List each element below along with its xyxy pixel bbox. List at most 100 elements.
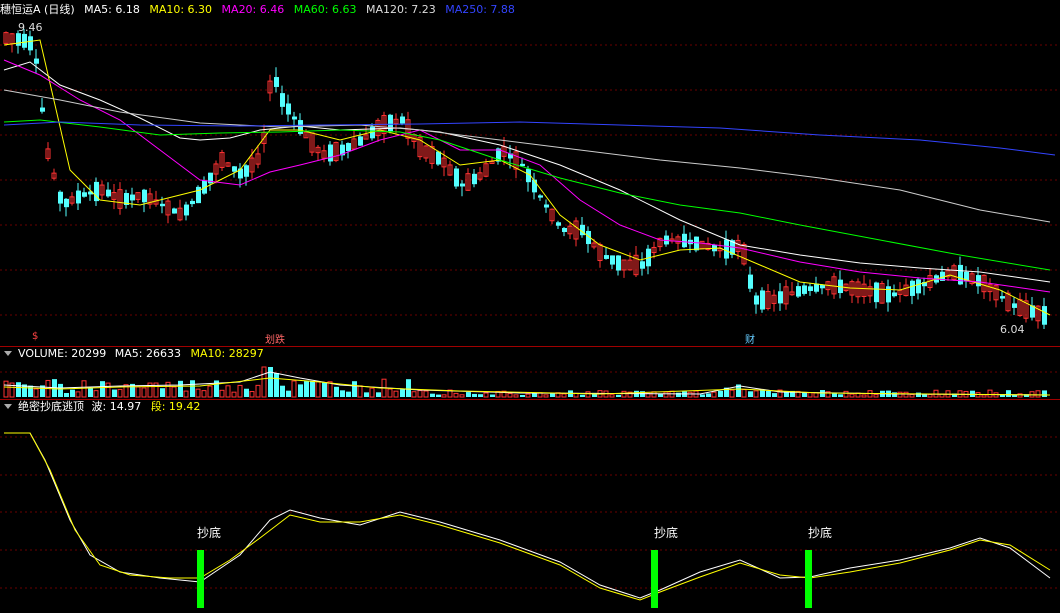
volume-bar (112, 389, 117, 397)
volume-bar (543, 394, 549, 398)
candle-body (460, 183, 465, 187)
volume-bar (165, 381, 171, 398)
candle-body (328, 144, 333, 162)
volume-bar (729, 389, 735, 398)
volume-bar (352, 381, 357, 397)
candle-body (82, 192, 87, 197)
candle-body (610, 255, 615, 265)
candle-body (40, 107, 45, 112)
volume-bar (453, 392, 459, 398)
candle-body (616, 255, 621, 271)
volume-bar (291, 380, 297, 398)
volume-bar (201, 390, 207, 398)
price-panel-header: 穗恒运A (日线) MA5: 6.18 MA10: 6.30 MA20: 6.4… (0, 3, 521, 17)
candle-body (958, 264, 963, 285)
volume-bar (987, 389, 993, 398)
volume-bar (706, 393, 711, 397)
volume-bar (1042, 390, 1047, 397)
candle-body (400, 116, 405, 124)
volume-bar (141, 387, 147, 398)
volume-bar (393, 390, 399, 398)
candle-body (604, 255, 609, 259)
volume-bar (3, 380, 9, 398)
volume-bar (70, 389, 75, 397)
volume-bar (315, 381, 321, 398)
volume-bar (225, 385, 231, 398)
candle-body (142, 189, 147, 203)
volume-bar (64, 392, 69, 397)
collapse-icon[interactable] (4, 404, 12, 409)
kline-chart-canvas[interactable] (0, 0, 1060, 613)
volume-bar (766, 390, 771, 397)
volume-ma5: MA5: 26633 (114, 347, 181, 360)
candle-body (286, 103, 291, 115)
volume-bar (513, 394, 519, 398)
volume-bar (466, 392, 471, 397)
candle-body (172, 208, 177, 214)
bottom-signal-label: 抄底 (197, 526, 222, 540)
volume-bar (364, 392, 369, 397)
volume-bar (490, 394, 495, 397)
volume-bar (417, 390, 423, 398)
candle-body (562, 227, 567, 233)
volume-bar (423, 390, 429, 398)
volume-bar (909, 394, 915, 398)
volume-bar (843, 390, 849, 398)
volume-bar (280, 385, 285, 397)
volume-bar (525, 393, 531, 398)
volume-bar (927, 394, 933, 398)
candle-body (346, 143, 351, 151)
event-marker[interactable]: 划跌 (264, 331, 286, 346)
volume-bar (687, 391, 693, 398)
volume-bar (93, 390, 99, 398)
volume-bar (753, 390, 759, 398)
collapse-icon[interactable] (4, 351, 12, 356)
volume-bar (873, 394, 879, 398)
candle-body (22, 33, 27, 48)
volume-bar (298, 384, 303, 397)
dividend-marker[interactable]: $ (31, 331, 39, 342)
candle-body (292, 116, 297, 120)
bottom-signal-bar (651, 550, 658, 608)
volume-bar (346, 391, 351, 397)
volume-bar (207, 385, 213, 398)
candle-body (916, 279, 921, 294)
finance-marker[interactable]: 财 (744, 331, 756, 346)
volume-bar (75, 391, 81, 398)
volume-bar (322, 382, 327, 397)
volume-bar (286, 390, 291, 397)
volume-bar (1035, 390, 1041, 398)
candle-body (814, 283, 819, 292)
volume-bar (459, 394, 465, 398)
candle-body (778, 291, 783, 304)
volume-bar (748, 391, 753, 397)
volume-bar (33, 388, 39, 398)
stock-name[interactable]: 穗恒运A (日线) (0, 3, 75, 16)
volume-bar (981, 394, 987, 398)
candle-body (802, 285, 807, 294)
volume-bar (436, 394, 441, 397)
volume-bar (807, 392, 813, 398)
candle-body (64, 198, 69, 208)
volume-value: VOLUME: 20299 (18, 347, 107, 360)
volume-bar (195, 388, 201, 398)
volume-bar (441, 394, 447, 398)
volume-bar (849, 393, 855, 398)
candle-body (280, 93, 285, 107)
candle-body (436, 151, 441, 165)
volume-bar (219, 389, 225, 398)
candle-body (244, 165, 249, 177)
indicator-name: 绝密抄底逃顶 (18, 400, 84, 413)
ma250-line (3, 121, 1056, 156)
candle-body (160, 203, 165, 207)
high-price-label: 9.46 (18, 21, 43, 34)
candle-body (28, 36, 33, 51)
wave-line (4, 432, 1051, 599)
volume-bar (100, 381, 105, 397)
volume-bar (376, 392, 381, 397)
volume-bar (237, 384, 243, 398)
volume-bar (231, 391, 237, 398)
volume-bar (916, 392, 921, 397)
volume-bar (585, 391, 591, 398)
volume-bar (676, 392, 681, 397)
